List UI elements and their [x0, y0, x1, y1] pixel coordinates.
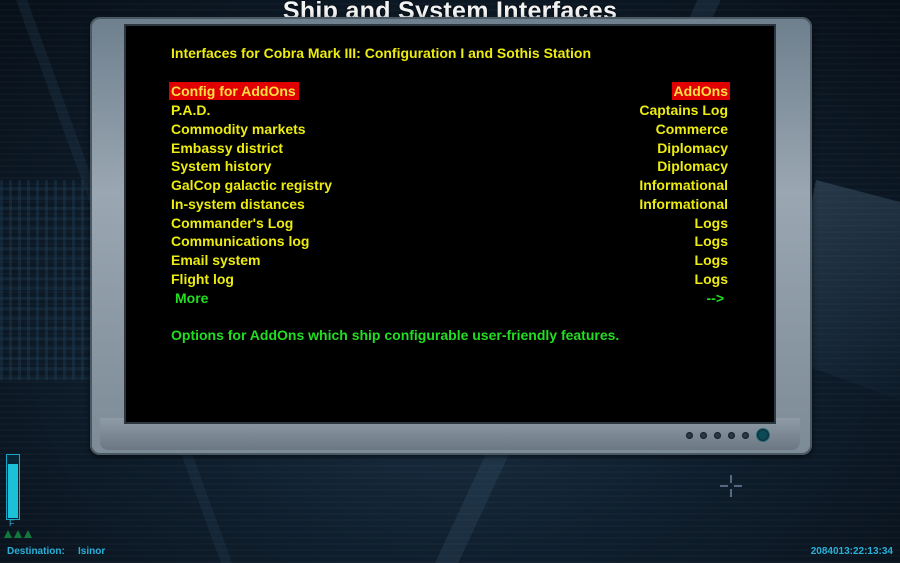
menu-item-label: In-system distances: [171, 196, 305, 212]
menu-item-category: Informational: [639, 177, 728, 193]
led-indicator: [686, 431, 693, 439]
interfaces-subtitle: Interfaces for Cobra Mark III: Configura…: [171, 45, 592, 61]
menu-item-email-system[interactable]: Email system Logs: [169, 251, 732, 269]
menu-item-communications-log[interactable]: Communications log Logs: [169, 232, 732, 250]
crosshair-icon: [720, 475, 742, 497]
arrow-up-icon: [4, 530, 12, 538]
menu-item-category: Logs: [694, 252, 728, 268]
menu-item-category: AddOns: [671, 82, 730, 100]
led-indicator: [700, 431, 707, 439]
menu-item-commanders-log[interactable]: Commander's Log Logs: [169, 214, 732, 232]
menu-item-label: GalCop galactic registry: [171, 177, 333, 193]
menu-item-embassy-district[interactable]: Embassy district Diplomacy: [169, 139, 732, 157]
arrow-up-icon: [14, 530, 22, 538]
selection-description: Options for AddOns which ship configurab…: [171, 327, 620, 343]
menu-item-category: Logs: [694, 271, 728, 287]
menu-item-commodity-markets[interactable]: Commodity markets Commerce: [169, 120, 732, 138]
menu-item-config-for-addons[interactable]: Config for AddOns AddOns: [169, 82, 732, 100]
menu-item-category: Diplomacy: [657, 140, 728, 156]
menu-item-flight-log[interactable]: Flight log Logs: [169, 270, 732, 288]
monitor-leds: [686, 428, 770, 442]
menu-item-category: Logs: [694, 233, 728, 249]
menu-item-label: Config for AddOns: [169, 82, 299, 100]
menu-item-label: Flight log: [171, 271, 234, 287]
menu-item-label: Commander's Log: [171, 215, 294, 231]
led-indicator: [728, 431, 735, 439]
game-clock: 2084013:22:13:34: [810, 546, 893, 557]
background-left-panel: [0, 180, 95, 380]
fuel-label: F: [9, 518, 15, 528]
menu-item-label: Embassy district: [171, 140, 284, 156]
led-indicator: [714, 431, 721, 439]
menu-item-galcop-registry[interactable]: GalCop galactic registry Informational: [169, 176, 732, 194]
more-arrow-icon: -->: [706, 290, 725, 306]
fuel-gauge: [6, 454, 20, 520]
menu-item-in-system-distances[interactable]: In-system distances Informational: [169, 195, 732, 213]
destination-label: Destination:: [7, 546, 65, 557]
status-arrows: [4, 530, 32, 538]
menu-item-more[interactable]: More -->: [169, 289, 732, 307]
menu-item-category: Diplomacy: [657, 158, 728, 174]
menu-item-pad[interactable]: P.A.D. Captains Log: [169, 101, 732, 119]
menu-item-label: Communications log: [171, 233, 310, 249]
fuel-gauge-fill: [8, 463, 18, 518]
led-indicator: [742, 431, 749, 439]
menu-item-category: Informational: [639, 196, 728, 212]
menu-item-label: Email system: [171, 252, 261, 268]
menu-item-system-history[interactable]: System history Diplomacy: [169, 157, 732, 175]
more-label: More: [175, 290, 209, 306]
menu-item-label: P.A.D.: [171, 102, 211, 118]
menu-item-category: Captains Log: [639, 102, 728, 118]
menu-item-label: Commodity markets: [171, 121, 306, 137]
destination-value: Isinor: [78, 546, 106, 557]
power-button-icon: [756, 428, 770, 442]
menu-item-category: Logs: [694, 215, 728, 231]
arrow-up-icon: [24, 530, 32, 538]
menu-item-label: System history: [171, 158, 272, 174]
menu-item-category: Commerce: [655, 121, 728, 137]
